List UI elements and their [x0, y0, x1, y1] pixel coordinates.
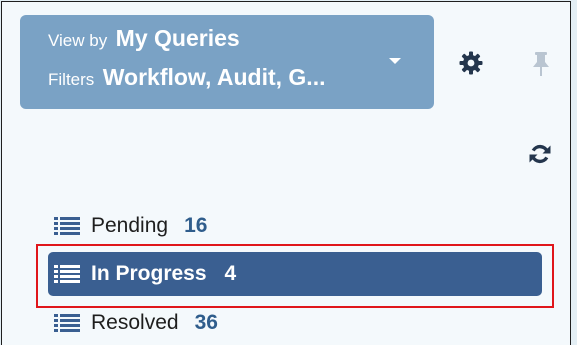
refresh-icon[interactable]: [528, 142, 552, 166]
list-icon: [54, 314, 80, 332]
pin-icon[interactable]: [529, 51, 553, 77]
queue-panel: View by My Queries Filters Workflow, Aud…: [1, 1, 571, 345]
gear-icon[interactable]: [459, 51, 483, 75]
queue-item-label: In Progress: [91, 262, 207, 285]
view-by-row: View by My Queries: [48, 25, 240, 52]
queue-item-label: Resolved: [91, 311, 179, 334]
queue-item-resolved[interactable]: Resolved 36: [48, 301, 542, 345]
filters-caption: Filters: [48, 70, 95, 89]
caret-down-icon: [389, 58, 401, 64]
queue-item-count: 4: [224, 262, 237, 285]
list-icon: [54, 265, 80, 283]
queue-item-in-progress[interactable]: In Progress 4: [48, 252, 542, 296]
queue-item-count: 16: [184, 214, 208, 237]
filters-row: Filters Workflow, Audit, G...: [48, 64, 325, 91]
view-by-value: My Queries: [115, 25, 240, 51]
list-icon: [54, 217, 80, 235]
queue-item-label: Pending: [91, 214, 169, 237]
view-selector-dropdown[interactable]: View by My Queries Filters Workflow, Aud…: [20, 15, 434, 109]
queue-item-pending[interactable]: Pending 16: [48, 204, 542, 248]
queue-item-count: 36: [194, 311, 218, 334]
filters-value: Workflow, Audit, G...: [102, 64, 326, 90]
view-by-caption: View by: [48, 31, 108, 50]
